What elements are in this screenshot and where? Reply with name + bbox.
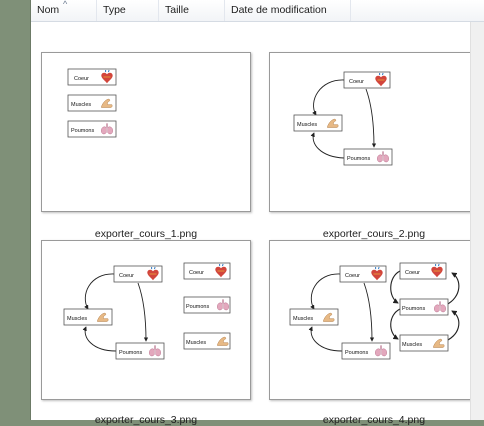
vertical-scrollbar[interactable] bbox=[470, 22, 484, 420]
node-coeur-copy: Coeur bbox=[399, 262, 447, 280]
node-muscles-copy: Muscles bbox=[183, 332, 231, 350]
column-size-label: Taille bbox=[165, 4, 189, 16]
file-thumbnail-1[interactable]: Coeur Muscles Poumons bbox=[41, 52, 251, 212]
diagram-2: Coeur Muscles Poumons bbox=[293, 71, 393, 166]
node-muscles-copy-label: Muscles bbox=[402, 342, 422, 348]
diagram-1: Coeur Muscles Poumons bbox=[67, 68, 117, 138]
column-header-bar: Nom ^ Type Taille Date de modification bbox=[31, 0, 484, 22]
node-coeur-label: Coeur bbox=[74, 76, 89, 82]
node-poumons: Poumons bbox=[341, 342, 391, 360]
column-name-header[interactable]: Nom ^ bbox=[31, 0, 97, 21]
node-poumons-copy: Poumons bbox=[183, 296, 231, 314]
file-explorer-window: Nom ^ Type Taille Date de modification C… bbox=[30, 0, 484, 426]
left-background-strip bbox=[0, 0, 30, 420]
node-muscles: Muscles bbox=[67, 94, 117, 112]
sort-ascending-icon: ^ bbox=[63, 0, 68, 9]
node-poumons-copy-label: Poumons bbox=[402, 306, 425, 312]
node-coeur-copy-label: Coeur bbox=[405, 270, 420, 276]
file-thumbnail-4[interactable]: Coeur Muscles Poumons Coeur Poumons Musc… bbox=[269, 240, 479, 400]
node-poumons-copy: Poumons bbox=[399, 298, 449, 316]
node-muscles-copy: Muscles bbox=[399, 334, 449, 352]
node-muscles: Muscles bbox=[293, 114, 343, 132]
node-muscles-copy-label: Muscles bbox=[186, 340, 206, 346]
node-poumons-label: Poumons bbox=[345, 350, 368, 356]
node-muscles-label: Muscles bbox=[67, 316, 87, 322]
node-poumons: Poumons bbox=[115, 342, 165, 360]
node-coeur: Coeur bbox=[67, 68, 117, 86]
column-modified-header[interactable]: Date de modification bbox=[225, 0, 351, 21]
column-type-label: Type bbox=[103, 4, 126, 16]
node-coeur-copy: Coeur bbox=[183, 262, 231, 280]
file-name-4[interactable]: exporter_cours_4.png bbox=[269, 414, 479, 426]
node-coeur: Coeur bbox=[343, 71, 391, 89]
file-name-2[interactable]: exporter_cours_2.png bbox=[269, 228, 479, 240]
file-name-1[interactable]: exporter_cours_1.png bbox=[41, 228, 251, 240]
node-coeur: Coeur bbox=[339, 265, 387, 283]
column-modified-label: Date de modification bbox=[231, 4, 327, 16]
node-muscles-label: Muscles bbox=[297, 122, 317, 128]
node-coeur-label: Coeur bbox=[119, 273, 134, 279]
node-muscles-label: Muscles bbox=[293, 316, 313, 322]
diagram-4: Coeur Muscles Poumons Coeur Poumons Musc… bbox=[289, 262, 460, 360]
node-poumons-copy-label: Poumons bbox=[186, 304, 209, 310]
diagram-3: Coeur Muscles Poumons Coeur Poumons Musc… bbox=[63, 262, 231, 360]
column-type-header[interactable]: Type bbox=[97, 0, 159, 21]
node-poumons: Poumons bbox=[67, 120, 117, 138]
node-poumons: Poumons bbox=[343, 148, 393, 166]
file-grid: Coeur Muscles Poumons exporter_cours_1.p… bbox=[31, 22, 479, 426]
node-muscles: Muscles bbox=[289, 308, 339, 326]
node-coeur-label: Coeur bbox=[345, 273, 360, 279]
node-muscles-label: Muscles bbox=[71, 102, 91, 108]
column-name-label: Nom bbox=[37, 4, 60, 16]
node-coeur-copy-label: Coeur bbox=[189, 270, 204, 276]
file-thumbnail-3[interactable]: Coeur Muscles Poumons Coeur Poumons Musc… bbox=[41, 240, 251, 400]
node-muscles: Muscles bbox=[63, 308, 113, 326]
file-name-3[interactable]: exporter_cours_3.png bbox=[41, 414, 251, 426]
node-coeur: Coeur bbox=[113, 265, 163, 283]
node-poumons-label: Poumons bbox=[71, 128, 94, 134]
node-poumons-label: Poumons bbox=[119, 350, 142, 356]
node-coeur-label: Coeur bbox=[349, 79, 364, 85]
column-size-header[interactable]: Taille bbox=[159, 0, 225, 21]
node-poumons-label: Poumons bbox=[347, 156, 370, 162]
file-thumbnail-2[interactable]: Coeur Muscles Poumons bbox=[269, 52, 479, 212]
